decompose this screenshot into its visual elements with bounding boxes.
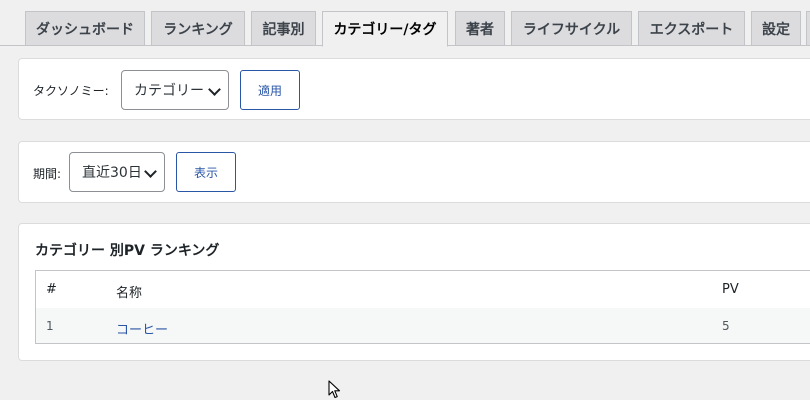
tab-overflow[interactable] bbox=[806, 11, 810, 45]
tab-bar: ダッシュボード ランキング 記事別 カテゴリー/タグ 著者 ライフサイクル エク… bbox=[0, 0, 810, 47]
taxonomy-select[interactable]: カテゴリー bbox=[121, 70, 229, 110]
table-header: # 名称 PV bbox=[36, 271, 810, 309]
column-pv-header: PV bbox=[722, 282, 739, 297]
chevron-down-icon bbox=[144, 165, 157, 178]
ranking-card: カテゴリー 別PV ランキング # 名称 PV 1 コーヒー 5 bbox=[18, 223, 810, 361]
show-button[interactable]: 表示 bbox=[176, 152, 236, 192]
tab-ranking[interactable]: ランキング bbox=[151, 11, 245, 45]
chevron-down-icon bbox=[208, 83, 221, 96]
row-name-link[interactable]: コーヒー bbox=[116, 319, 168, 338]
row-rank: 1 bbox=[46, 319, 54, 333]
period-label: 期間: bbox=[33, 167, 62, 181]
row-pv: 5 bbox=[722, 319, 730, 333]
ranking-table: # 名称 PV 1 コーヒー 5 bbox=[35, 270, 810, 344]
mouse-cursor-icon bbox=[328, 380, 341, 399]
apply-button[interactable]: 適用 bbox=[240, 70, 300, 110]
taxonomy-selected-value: カテゴリー bbox=[134, 83, 204, 99]
tab-category-tag[interactable]: カテゴリー/タグ bbox=[322, 11, 448, 47]
column-name-header: 名称 bbox=[116, 286, 143, 301]
taxonomy-label: タクソノミー: bbox=[33, 84, 109, 98]
table-row: 1 コーヒー 5 bbox=[36, 308, 810, 343]
taxonomy-card: タクソノミー: カテゴリー 適用 bbox=[18, 58, 810, 120]
tab-by-article[interactable]: 記事別 bbox=[251, 11, 316, 45]
period-selected-value: 直近30日 bbox=[82, 165, 142, 181]
tab-author[interactable]: 著者 bbox=[455, 11, 505, 45]
tab-export[interactable]: エクスポート bbox=[638, 11, 745, 45]
period-card: 期間: 直近30日 表示 bbox=[18, 141, 810, 203]
tab-lifecycle[interactable]: ライフサイクル bbox=[511, 11, 632, 45]
tab-settings[interactable]: 設定 bbox=[751, 11, 801, 45]
period-select[interactable]: 直近30日 bbox=[69, 152, 165, 192]
tab-dashboard[interactable]: ダッシュボード bbox=[25, 11, 145, 45]
column-rank-header: # bbox=[46, 282, 57, 297]
ranking-title: カテゴリー 別PV ランキング bbox=[35, 243, 220, 259]
